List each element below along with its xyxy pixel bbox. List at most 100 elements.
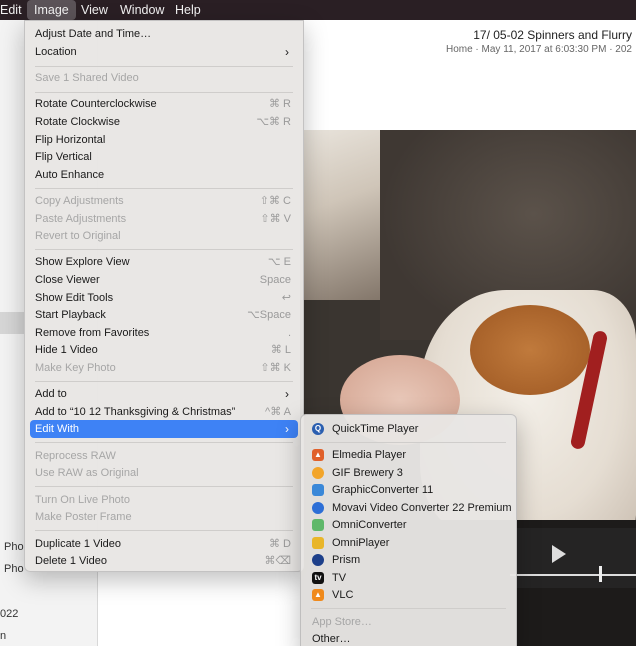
menu-image[interactable]: Image [27, 0, 76, 20]
menu-item-quicktime[interactable]: Q QuickTime Player [306, 420, 511, 438]
chevron-right-icon [285, 43, 289, 61]
menu-item-show-edit-tools[interactable]: Show Edit Tools ↩ [30, 289, 298, 307]
sidebar-item-label: n [0, 630, 7, 642]
menu-item-gif-brewery[interactable]: GIF Brewery 3 [306, 464, 511, 482]
sidebar-item-label: 022 [0, 608, 19, 620]
menu-item-label: Turn On Live Photo [35, 494, 130, 506]
menu-item-delete-video[interactable]: Delete 1 Video ⌘⌫ [30, 552, 298, 570]
menu-item-add-to[interactable]: Add to [30, 385, 298, 403]
menu-item-label: Close Viewer [35, 274, 100, 286]
menu-item-shortcut: ⌘ R [269, 98, 291, 110]
menu-item-make-key-photo[interactable]: Make Key Photo ⇧⌘ K [30, 359, 298, 377]
menu-item-location[interactable]: Location [30, 43, 298, 61]
menu-item-prism[interactable]: Prism [306, 551, 511, 569]
play-icon[interactable] [552, 545, 566, 563]
menu-item-label: Edit With [35, 423, 80, 435]
menu-item-vlc[interactable]: ▲ VLC [306, 586, 511, 604]
menu-item-add-to-album[interactable]: Add to “10 12 Thanksgiving & Christmas” ^… [30, 403, 298, 421]
menu-item-duplicate-video[interactable]: Duplicate 1 Video ⌘ D [30, 535, 298, 553]
menu-item-label: Copy Adjustments [35, 195, 124, 207]
menu-item-label: Movavi Video Converter 22 Premium [332, 502, 512, 514]
menu-item-graphicconverter[interactable]: GraphicConverter 11 [306, 481, 511, 499]
menu-separator [35, 381, 293, 382]
prism-icon [312, 554, 324, 566]
menu-item-shortcut: ⌥Space [247, 309, 291, 321]
menu-item-label: QuickTime Player [332, 423, 419, 435]
menu-item-remove-favorites[interactable]: Remove from Favorites. [30, 324, 298, 342]
menu-help[interactable]: Help [168, 0, 208, 20]
menu-item-start-playback[interactable]: Start Playback ⌥Space [30, 306, 298, 324]
menu-item-shortcut: ⇧⌘ K [260, 362, 291, 374]
menu-item-use-raw-original[interactable]: Use RAW as Original [30, 464, 298, 482]
menu-item-label: Paste Adjustments [35, 213, 127, 225]
sidebar-item-label[interactable]: Pho [4, 541, 24, 553]
menu-item-other[interactable]: Other… [306, 630, 511, 646]
menu-item-label: Adjust Date and Time… [35, 28, 152, 40]
image-menu: Adjust Date and Time… Location Save 1 Sh… [24, 20, 304, 572]
scrubber-handle[interactable] [599, 566, 602, 582]
menu-item-label: Flip Vertical [35, 151, 92, 163]
sidebar-selected-item[interactable] [0, 312, 26, 334]
scrubber-track[interactable] [510, 574, 636, 576]
menu-item-auto-enhance[interactable]: Auto Enhance [30, 166, 298, 184]
menu-item-label: Reprocess RAW [35, 450, 116, 462]
chevron-right-icon [285, 385, 289, 403]
menu-item-hide-video[interactable]: Hide 1 Video ⌘ L [30, 341, 298, 359]
menu-item-label: TV [332, 572, 347, 584]
menu-item-turn-on-live-photo[interactable]: Turn On Live Photo [30, 491, 298, 509]
menu-item-label: Location [35, 46, 77, 58]
menu-item-elmedia[interactable]: ▲ Elmedia Player [306, 446, 511, 464]
menu-item-flip-vertical[interactable]: Flip Vertical [30, 148, 298, 166]
graphicconverter-icon [312, 484, 324, 496]
menu-item-shortcut: ⌥ E [267, 256, 291, 268]
menu-separator [311, 608, 506, 609]
quicktime-icon: Q [312, 423, 324, 435]
menu-item-copy-adjustments[interactable]: Copy Adjustments ⇧⌘ C [30, 192, 298, 210]
menu-item-show-explore-view[interactable]: Show Explore View ⌥ E [30, 253, 298, 271]
menu-item-rotate-ccw[interactable]: Rotate Counterclockwise ⌘ R [30, 95, 298, 113]
menu-item-rotate-cw[interactable]: Rotate Clockwise ⌥⌘ R [30, 113, 298, 131]
photo-content [470, 305, 590, 395]
menu-item-label: Start Playback [35, 309, 106, 321]
chevron-right-icon [285, 420, 289, 438]
menu-item-shortcut: ^⌘ A [265, 406, 291, 418]
menu-item-label: Add to [35, 388, 67, 400]
menu-item-omniconverter[interactable]: OmniConverter [306, 516, 511, 534]
menu-item-tv[interactable]: tv TV [306, 569, 511, 587]
menu-item-edit-with[interactable]: Edit With [30, 420, 298, 438]
menu-item-shortcut: ⌘⌫ [264, 555, 291, 567]
menu-item-movavi[interactable]: Movavi Video Converter 22 Premium [306, 499, 512, 517]
menu-item-label: Save 1 Shared Video [35, 72, 139, 84]
menu-item-save-shared-video[interactable]: Save 1 Shared Video [30, 69, 298, 87]
menu-item-app-store[interactable]: App Store… [306, 613, 511, 631]
menu-item-paste-adjustments[interactable]: Paste Adjustments ⇧⌘ V [30, 210, 298, 228]
menu-separator [35, 66, 293, 67]
omniplayer-icon [312, 537, 324, 549]
menu-edit[interactable]: Edit [0, 0, 29, 20]
menu-item-label: Delete 1 Video [35, 555, 107, 567]
menu-separator [35, 188, 293, 189]
menu-item-label: Rotate Counterclockwise [35, 98, 157, 110]
menu-item-revert-original[interactable]: Revert to Original [30, 227, 298, 245]
menu-item-close-viewer[interactable]: Close Viewer Space [30, 271, 298, 289]
menu-separator [35, 486, 293, 487]
viewer-title-area: 17/ 05-02 Spinners and Flurry Home · May… [300, 20, 636, 64]
sidebar-item-label[interactable]: Pho [4, 563, 24, 575]
menu-item-reprocess-raw[interactable]: Reprocess RAW [30, 447, 298, 465]
vlc-icon: ▲ [312, 589, 324, 601]
menu-item-label: Prism [332, 554, 361, 566]
menu-item-shortcut: ↩ [281, 292, 291, 304]
menu-item-flip-horizontal[interactable]: Flip Horizontal [30, 131, 298, 149]
menu-separator [35, 249, 293, 250]
menu-item-make-poster-frame[interactable]: Make Poster Frame [30, 508, 298, 526]
video-controls [510, 528, 636, 588]
menu-item-label: GraphicConverter 11 [332, 484, 434, 496]
menu-view[interactable]: View [74, 0, 115, 20]
menu-item-label: Revert to Original [35, 230, 121, 242]
menu-item-label: Duplicate 1 Video [35, 538, 122, 550]
menu-window[interactable]: Window [113, 0, 171, 20]
movavi-icon [312, 502, 324, 514]
menu-item-adjust-date[interactable]: Adjust Date and Time… [30, 25, 298, 43]
menu-item-omniplayer[interactable]: OmniPlayer [306, 534, 511, 552]
menu-item-label: Remove from Favorites [35, 327, 150, 339]
